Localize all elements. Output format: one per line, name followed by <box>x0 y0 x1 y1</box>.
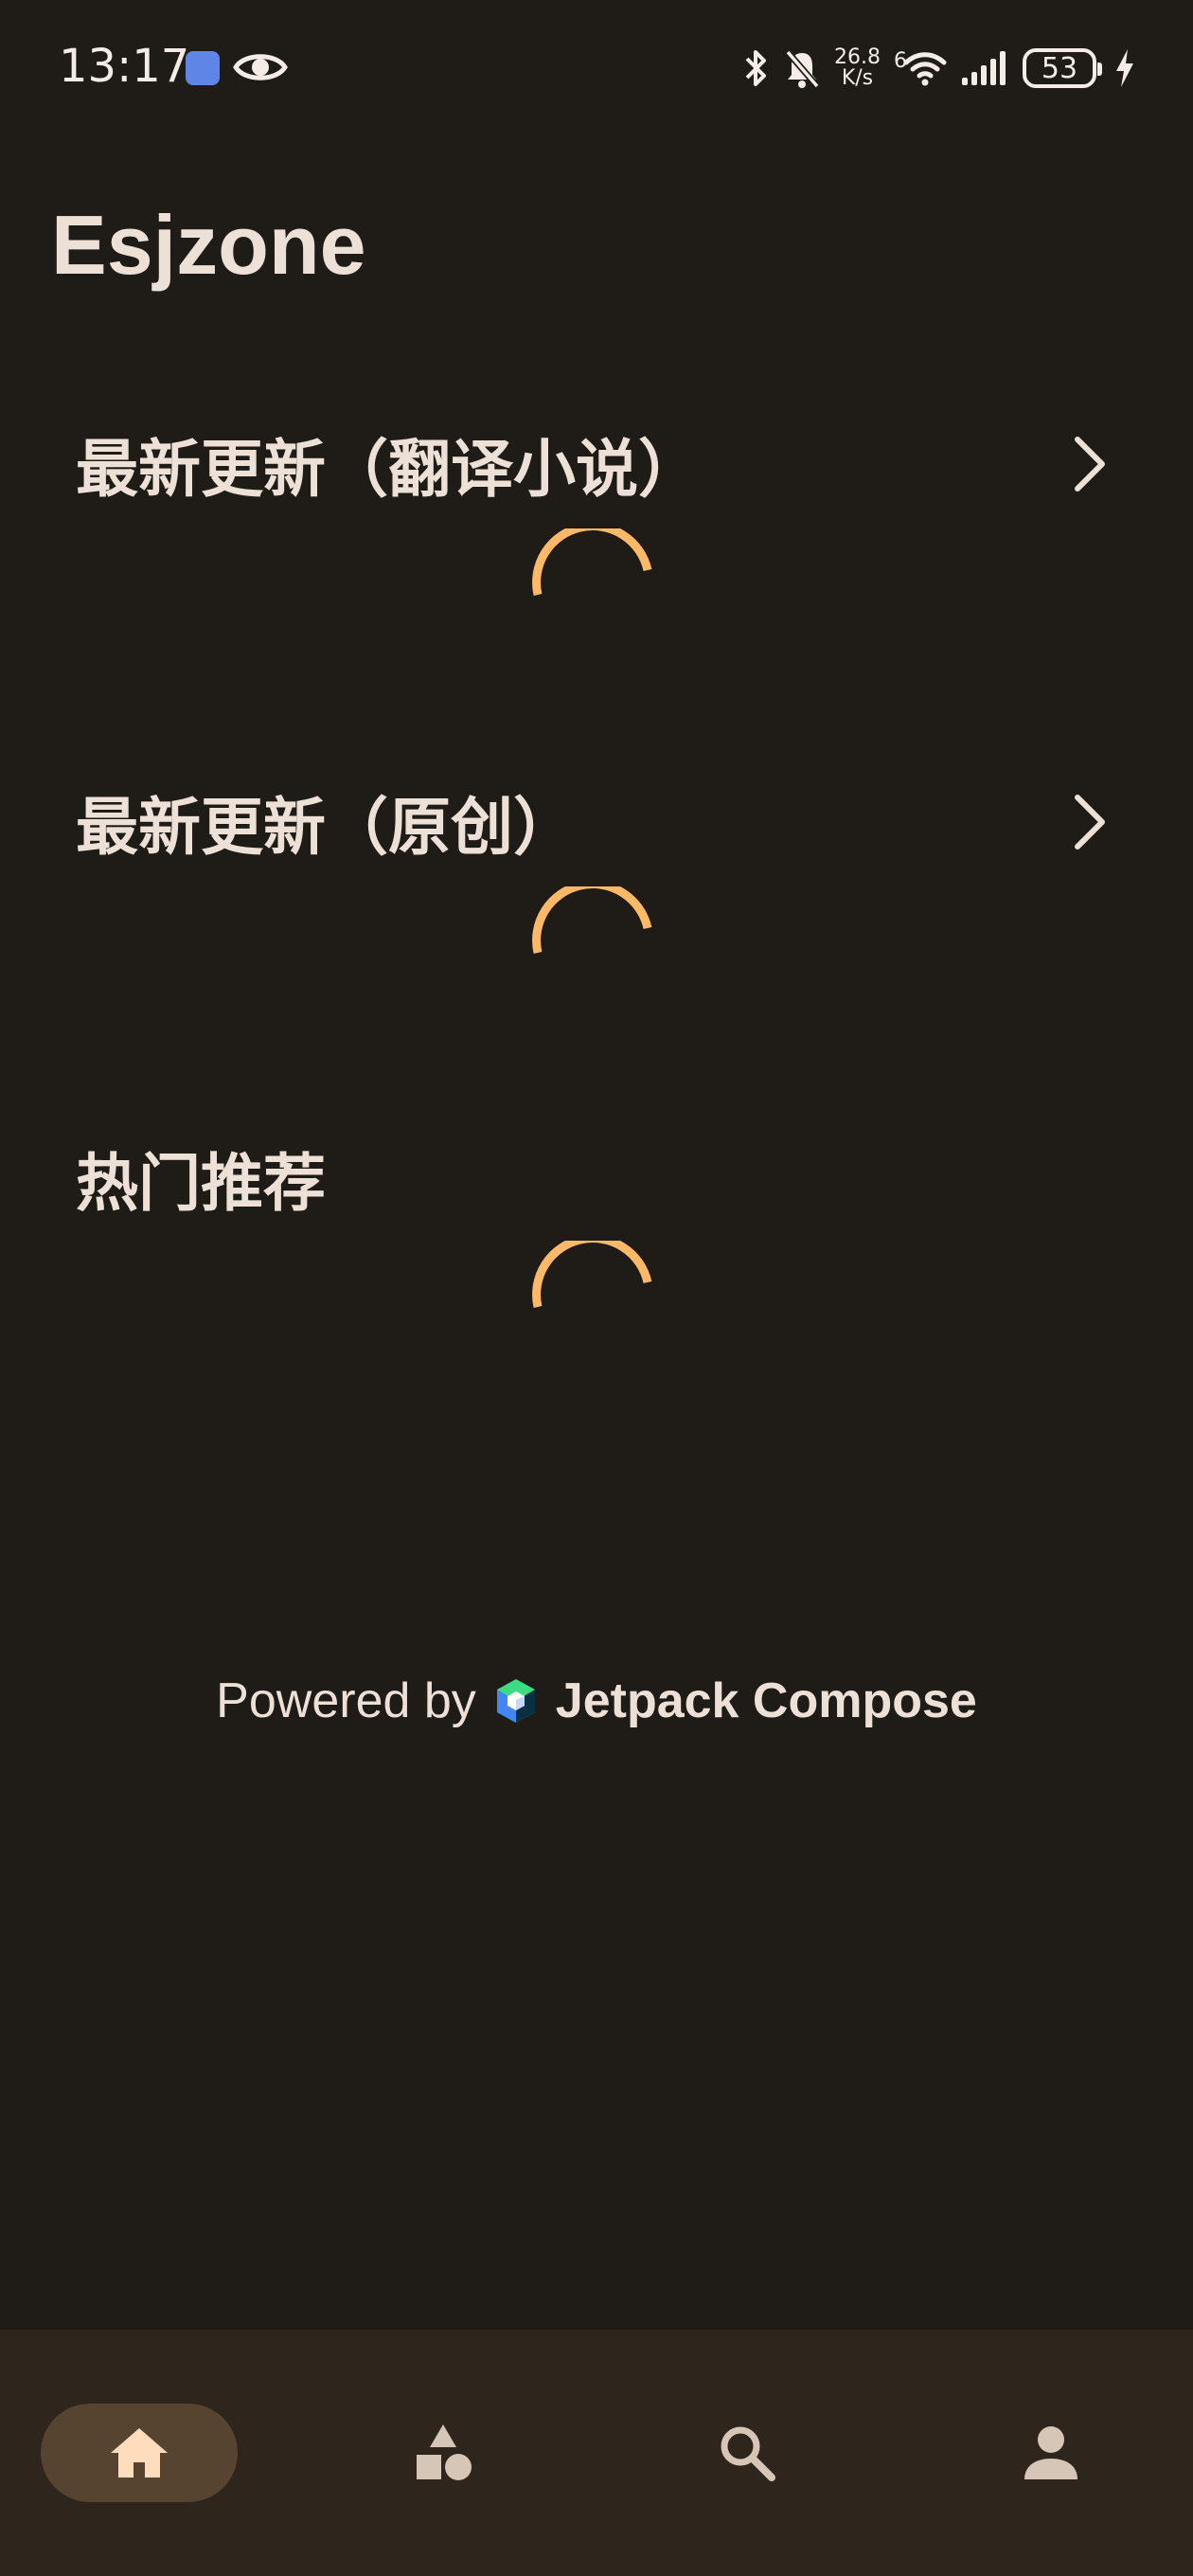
powered-by-footer: Powered by Jetpack Compose <box>0 1673 1193 1729</box>
status-icons: 26.8 K/s 6 53 <box>743 42 1136 95</box>
eye-icon <box>233 54 288 80</box>
jetpack-compose-logo-icon <box>496 1679 535 1723</box>
section-title: 最新更新（原创） <box>76 791 576 864</box>
battery-level: 53 <box>1041 51 1078 85</box>
status-time: 13:17 <box>59 40 190 93</box>
status-bar: 13:17 26.8 K/s 6 53 <box>0 0 1193 142</box>
battery-icon: 53 <box>1023 48 1102 88</box>
loading-spinner <box>532 528 652 596</box>
search-icon <box>721 2426 775 2481</box>
profile-icon <box>1024 2426 1077 2479</box>
loading-spinner <box>532 886 652 954</box>
signal-icon <box>962 51 1006 85</box>
network-speed: 26.8 K/s <box>834 47 881 89</box>
jetpack-compose-label: Jetpack Compose <box>555 1673 977 1728</box>
network-speed-unit: K/s <box>841 66 874 90</box>
nav-item-home[interactable] <box>41 2404 238 2502</box>
nav-item-profile[interactable] <box>953 2404 1149 2502</box>
nav-item-search[interactable] <box>649 2404 846 2502</box>
bluetooth-icon <box>745 50 767 86</box>
section-title: 最新更新（翻译小说） <box>76 433 701 506</box>
charging-icon <box>1116 49 1133 87</box>
categories-icon <box>417 2424 472 2480</box>
app-notification-icon <box>186 51 220 85</box>
section-title: 热门推荐 <box>76 1147 326 1220</box>
chevron-right-icon[interactable] <box>1060 784 1117 860</box>
section-header-latest-original[interactable]: 最新更新（原创） <box>76 775 1117 869</box>
loading-spinner <box>532 1241 652 1308</box>
home-icon <box>111 2428 168 2478</box>
section-header-latest-translated[interactable]: 最新更新（翻译小说） <box>76 417 1117 511</box>
powered-by-label: Powered by <box>216 1673 476 1728</box>
bell-off-icon <box>785 49 820 89</box>
app-screen: 13:17 26.8 K/s 6 53 Esjzone 最新更新（翻译小说） 最… <box>0 0 1193 2576</box>
bottom-navigation-bar <box>0 2330 1193 2576</box>
wifi-icon <box>903 52 947 86</box>
wifi-group: 6 <box>894 49 947 87</box>
section-header-hot-recommendations: 热门推荐 <box>76 1131 1117 1225</box>
nav-item-categories[interactable] <box>345 2404 542 2502</box>
chevron-right-icon[interactable] <box>1060 426 1117 502</box>
app-title: Esjzone <box>51 198 366 292</box>
network-speed-value: 26.8 <box>834 45 881 69</box>
